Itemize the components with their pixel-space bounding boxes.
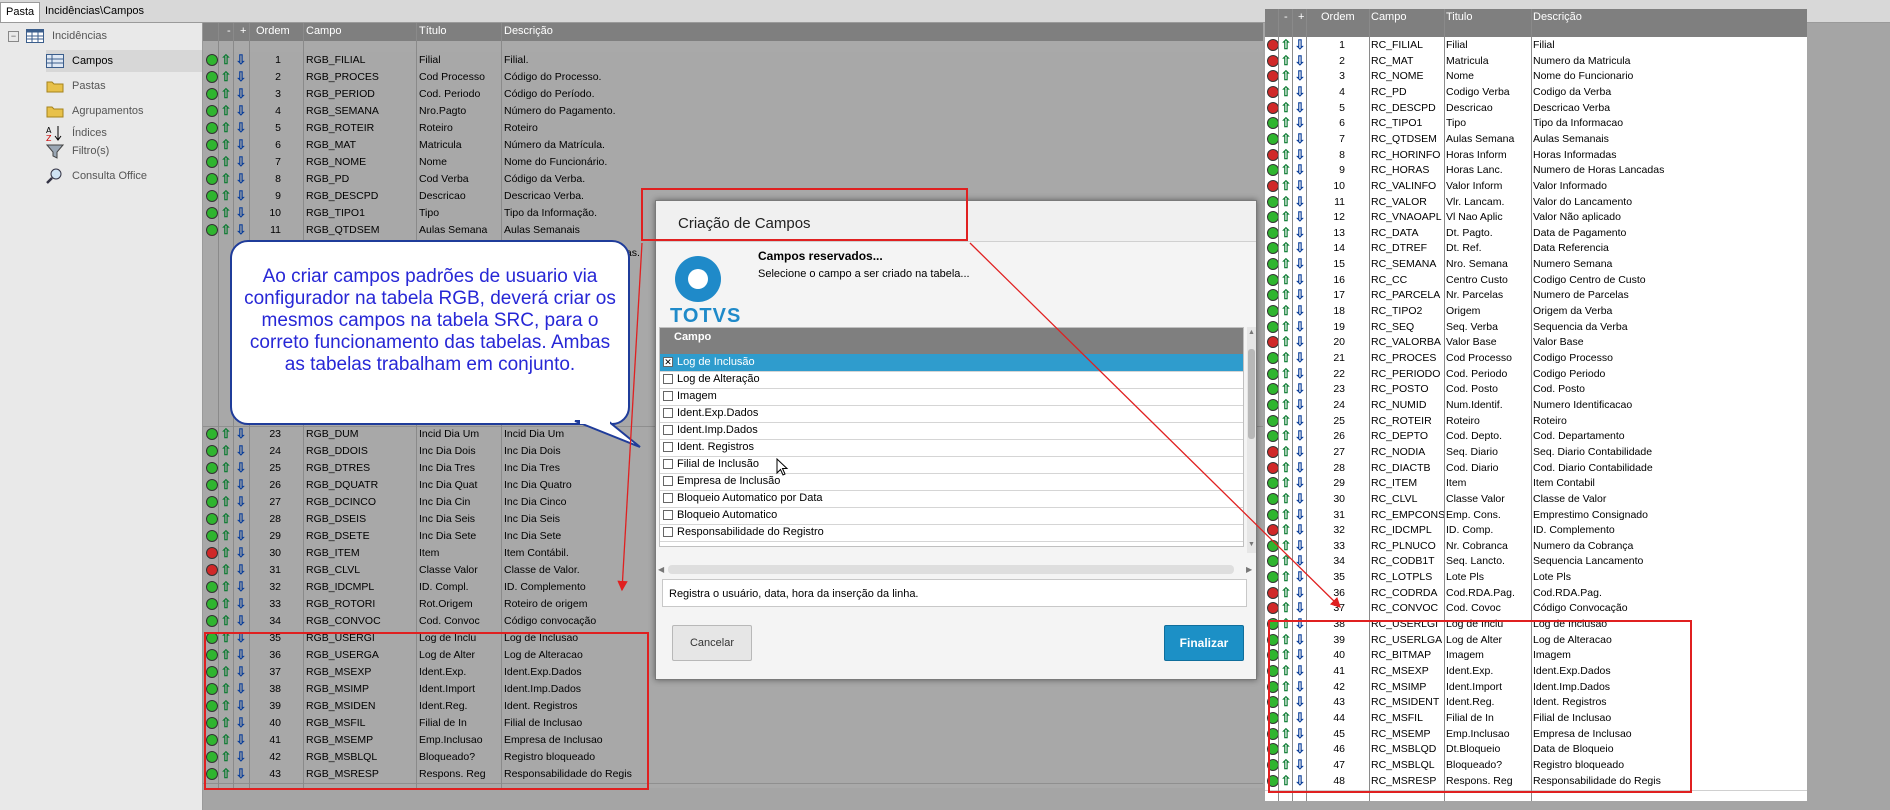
cancel-button[interactable]: Cancelar xyxy=(672,625,752,661)
create-fields-dialog: Criação de Campos TOTVS Campos reservado… xyxy=(655,200,1257,680)
dialog-heading: Campos reservados... xyxy=(758,249,883,263)
checkbox[interactable] xyxy=(663,425,673,435)
list-item[interactable]: Ident.Imp.Dados xyxy=(660,422,1243,440)
checkbox[interactable] xyxy=(663,476,673,486)
vertical-scrollbar[interactable]: ▲ ▼ xyxy=(1247,327,1256,553)
scroll-right-icon[interactable]: ▶ xyxy=(1246,565,1252,574)
totvs-logo-icon xyxy=(675,256,721,302)
checkbox[interactable] xyxy=(663,527,673,537)
checkbox[interactable]: ✕ xyxy=(663,357,673,367)
list-item-label: Bloqueio Automatico por Data xyxy=(677,492,823,504)
list-item[interactable]: Log de Alteração xyxy=(660,371,1243,389)
callout-tail xyxy=(574,420,641,448)
list-item[interactable]: ✕ Log de Inclusão xyxy=(660,354,1243,372)
list-item[interactable]: Bloqueio Automatico xyxy=(660,507,1243,525)
list-item[interactable]: Empresa de Inclusão xyxy=(660,473,1243,491)
checkbox[interactable] xyxy=(663,442,673,452)
list-item-label: Log de Alteração xyxy=(677,373,760,385)
callout-tail-mask xyxy=(580,419,610,424)
scroll-thumb[interactable] xyxy=(1248,349,1255,439)
list-item[interactable]: Ident.Exp.Dados xyxy=(660,405,1243,423)
list-item[interactable]: Imagem xyxy=(660,388,1243,406)
checkbox[interactable] xyxy=(663,391,673,401)
checkbox[interactable] xyxy=(663,459,673,469)
list-item-label: Ident.Exp.Dados xyxy=(677,407,759,419)
horizontal-scrollbar[interactable] xyxy=(668,565,1234,574)
list-item-label: Empresa de Inclusão xyxy=(677,475,781,487)
list-item[interactable]: Responsabilidade do Registro xyxy=(660,524,1243,542)
scroll-left-icon[interactable]: ◀ xyxy=(658,565,664,574)
checkbox[interactable] xyxy=(663,493,673,503)
list-header: Campo xyxy=(660,328,1243,354)
list-item-label: Bloqueio Automatico xyxy=(677,509,778,521)
list-item[interactable]: Bloqueio Automatico por Data xyxy=(660,490,1243,508)
finish-button[interactable]: Finalizar xyxy=(1164,625,1244,661)
checkbox[interactable] xyxy=(663,374,673,384)
mouse-cursor-icon xyxy=(776,458,789,476)
reserved-fields-list: Campo ✕ Log de Inclusão Log de Alteração Im… xyxy=(659,327,1244,547)
list-item-label: Ident. Registros xyxy=(677,441,755,453)
highlight-dialog-title xyxy=(641,188,968,241)
list-item-label: Imagem xyxy=(677,390,717,402)
list-item-label: Responsabilidade do Registro xyxy=(677,526,824,538)
field-description: Registra o usuário, data, hora da inserç… xyxy=(662,579,1247,607)
checkbox[interactable] xyxy=(663,408,673,418)
dialog-subheading: Selecione o campo a ser criado na tabela… xyxy=(758,268,970,280)
highlight-rc-fields xyxy=(1268,620,1692,793)
list-item-label: Log de Inclusão xyxy=(677,356,755,368)
list-item[interactable]: Filial de Inclusão xyxy=(660,456,1243,474)
totvs-logo-text: TOTVS xyxy=(670,305,742,327)
highlight-rgb-fields xyxy=(204,632,649,790)
list-item[interactable]: Ident. Registros xyxy=(660,439,1243,457)
list-item-label: Ident.Imp.Dados xyxy=(677,424,758,436)
list-item-label: Filial de Inclusão xyxy=(677,458,759,470)
checkbox[interactable] xyxy=(663,510,673,520)
